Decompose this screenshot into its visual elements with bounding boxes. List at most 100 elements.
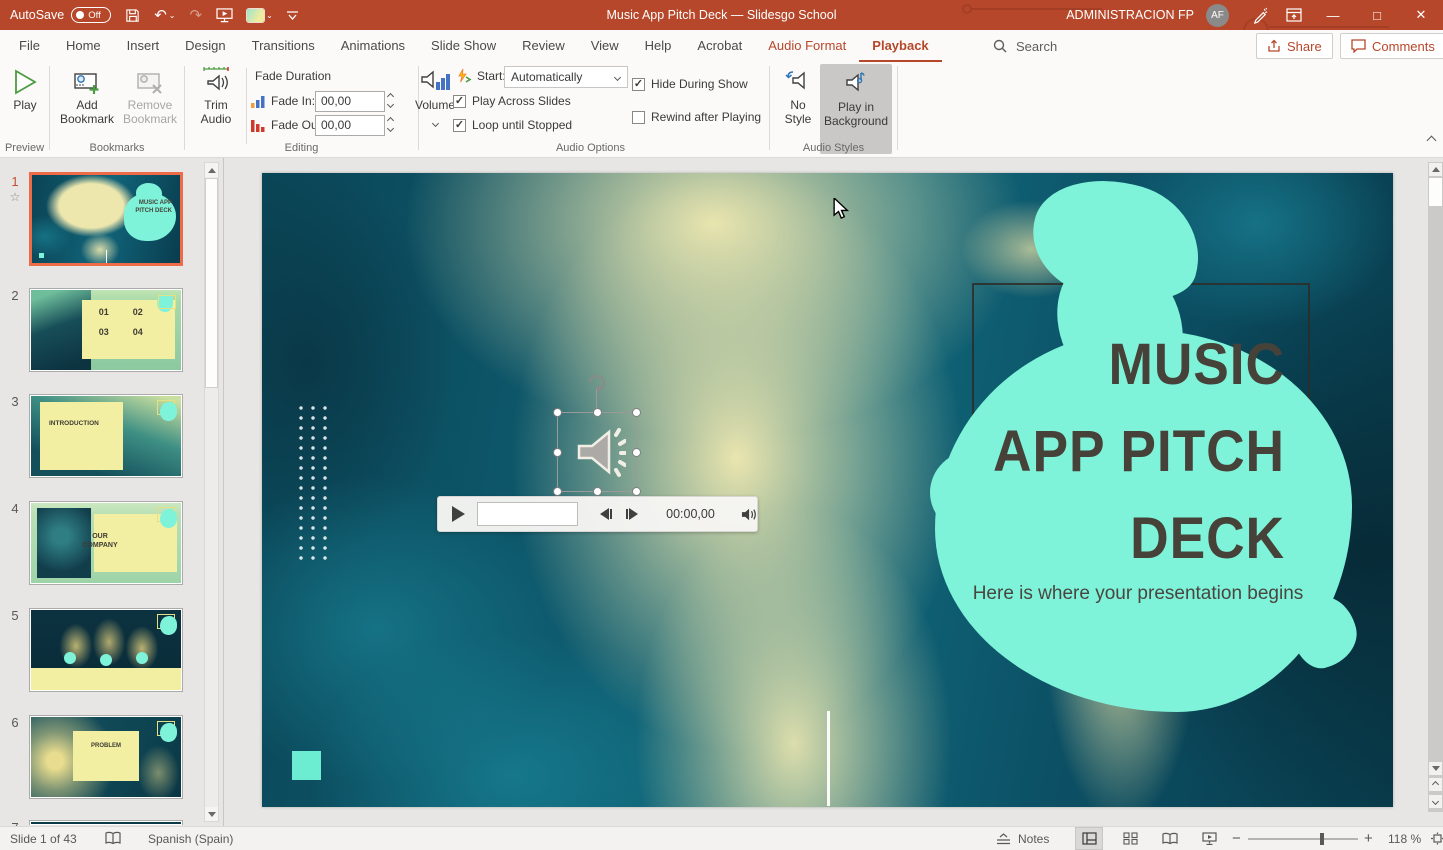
slide-thumbnail-3[interactable]: INTRODUCTION: [29, 394, 183, 478]
rotate-handle[interactable]: [586, 371, 607, 392]
tab-acrobat[interactable]: Acrobat: [684, 30, 755, 62]
start-dropdown[interactable]: Automatically: [504, 66, 628, 88]
zoom-slider[interactable]: [1248, 838, 1358, 840]
fade-out-field[interactable]: 00,00: [315, 115, 385, 136]
chevron-up-icon: [1427, 136, 1437, 146]
fade-in-label: Fade In:: [271, 94, 315, 108]
no-style-button[interactable]: No Style: [778, 64, 818, 126]
zoom-out-button[interactable]: −: [1232, 827, 1241, 850]
scrollbar-thumb[interactable]: [205, 178, 218, 388]
resize-handle[interactable]: [553, 448, 562, 457]
minimize-button[interactable]: —: [1311, 0, 1355, 30]
slide-thumbnail-1[interactable]: MUSIC APP PITCH DECK: [29, 172, 183, 266]
remove-bookmark-button[interactable]: Remove Bookmark: [120, 64, 180, 126]
tab-help[interactable]: Help: [632, 30, 685, 62]
audio-player-bar: 00:00,00: [437, 496, 758, 532]
normal-view-button[interactable]: [1076, 828, 1102, 849]
notes-button[interactable]: Notes: [996, 827, 1049, 850]
resize-handle[interactable]: [593, 408, 602, 417]
ribbon-playback: Play Preview Add Bookmark Remove Bookmar…: [0, 62, 1443, 158]
slide-editor[interactable]: MUSIC APP PITCH DECK Here is where your …: [262, 173, 1393, 807]
fit-slide-button[interactable]: [1424, 828, 1443, 849]
player-volume-icon[interactable]: [741, 507, 757, 522]
play-button[interactable]: Play: [6, 64, 44, 112]
player-timeline[interactable]: [477, 502, 578, 526]
slideshow-view-button[interactable]: [1196, 828, 1222, 849]
presenter-coach-button[interactable]: [1243, 0, 1277, 30]
trim-audio-button[interactable]: Trim Audio: [192, 64, 240, 126]
checkbox-loop-until-stopped[interactable]: ✓ Loop until Stopped: [453, 118, 572, 132]
search-box[interactable]: Search: [993, 30, 1057, 62]
slide-thumbnail-4[interactable]: OUR COMPANY: [29, 501, 183, 585]
tab-review[interactable]: Review: [509, 30, 578, 62]
spellcheck-button[interactable]: [105, 827, 121, 850]
add-bookmark-button[interactable]: Add Bookmark: [58, 64, 116, 126]
slide-thumbnail-5[interactable]: [29, 608, 183, 692]
play-in-background-button[interactable]: Play in Background: [820, 64, 892, 154]
share-button[interactable]: Share: [1256, 33, 1333, 59]
slide-subtitle[interactable]: Here is where your presentation begins: [938, 583, 1338, 605]
close-button[interactable]: ✕: [1399, 0, 1443, 30]
slide-counter[interactable]: Slide 1 of 43: [10, 827, 77, 850]
tab-audio-format[interactable]: Audio Format: [755, 30, 859, 62]
language-indicator[interactable]: Spanish (Spain): [148, 827, 233, 850]
slide-sorter-button[interactable]: [1117, 828, 1143, 849]
avatar[interactable]: AF: [1206, 4, 1229, 27]
thumb-square: [39, 253, 44, 258]
tab-animations[interactable]: Animations: [328, 30, 418, 62]
slide-title[interactable]: MUSIC APP PITCH DECK: [917, 321, 1285, 582]
resize-handle[interactable]: [553, 408, 562, 417]
group-preview: Play Preview: [0, 62, 49, 157]
collapse-ribbon-button[interactable]: [1428, 131, 1435, 149]
blob-shape: [160, 402, 177, 421]
resize-handle[interactable]: [593, 487, 602, 496]
resize-handle[interactable]: [553, 487, 562, 496]
maximize-icon: □: [1373, 8, 1381, 23]
player-play-button[interactable]: [452, 506, 465, 522]
scroll-up-button[interactable]: [205, 163, 218, 177]
scrollbar-thumb[interactable]: [1429, 178, 1442, 206]
fade-in-spinner[interactable]: [388, 94, 393, 107]
share-label: Share: [1287, 39, 1322, 54]
resize-handle[interactable]: [632, 408, 641, 417]
player-back-button[interactable]: [600, 508, 612, 520]
zoom-slider-thumb[interactable]: [1320, 833, 1324, 845]
maximize-button[interactable]: □: [1355, 0, 1399, 30]
scroll-up-button[interactable]: [1429, 163, 1442, 176]
comments-button[interactable]: Comments: [1340, 33, 1443, 59]
previous-slide-button[interactable]: [1429, 778, 1442, 791]
ribbon-tabs: File Home Insert Design Transitions Anim…: [6, 30, 942, 62]
next-slide-button[interactable]: [1429, 795, 1442, 808]
tab-file[interactable]: File: [6, 30, 53, 62]
resize-handle[interactable]: [632, 487, 641, 496]
scroll-down-button[interactable]: [205, 807, 218, 821]
canvas-scrollbar[interactable]: [1428, 162, 1443, 812]
account-name[interactable]: ADMINISTRACION FP: [1066, 8, 1194, 22]
tab-view[interactable]: View: [578, 30, 632, 62]
tab-home[interactable]: Home: [53, 30, 114, 62]
volume-button[interactable]: Volume: [414, 64, 456, 129]
slide-thumbnail-2[interactable]: 01 02 03 04: [29, 288, 183, 372]
thumbnail-scrollbar[interactable]: [204, 162, 219, 822]
ribbon-display-options-button[interactable]: [1277, 0, 1311, 30]
zoom-level[interactable]: 118 %: [1388, 827, 1421, 850]
checkbox-rewind-after-playing[interactable]: Rewind after Playing: [632, 110, 761, 124]
tab-transitions[interactable]: Transitions: [239, 30, 328, 62]
teal-square-shape[interactable]: [292, 751, 321, 780]
slide-thumbnail-7[interactable]: [29, 820, 183, 825]
fade-out-spinner[interactable]: [388, 118, 393, 131]
reading-view-button[interactable]: [1157, 828, 1183, 849]
tab-insert[interactable]: Insert: [114, 30, 173, 62]
resize-handle[interactable]: [632, 448, 641, 457]
fade-in-field[interactable]: 00,00: [315, 91, 385, 112]
scroll-down-button[interactable]: [1429, 762, 1442, 775]
tab-slide-show[interactable]: Slide Show: [418, 30, 509, 62]
zoom-in-button[interactable]: +: [1364, 827, 1373, 850]
checkbox-play-across-slides[interactable]: ✓ Play Across Slides: [453, 94, 571, 108]
selection-box[interactable]: [557, 412, 637, 492]
tab-design[interactable]: Design: [172, 30, 238, 62]
slide-thumbnail-6[interactable]: PROBLEM: [29, 715, 183, 799]
checkbox-hide-during-show[interactable]: ✓ Hide During Show: [632, 77, 748, 91]
player-forward-button[interactable]: [626, 508, 638, 520]
tab-playback[interactable]: Playback: [859, 30, 941, 62]
